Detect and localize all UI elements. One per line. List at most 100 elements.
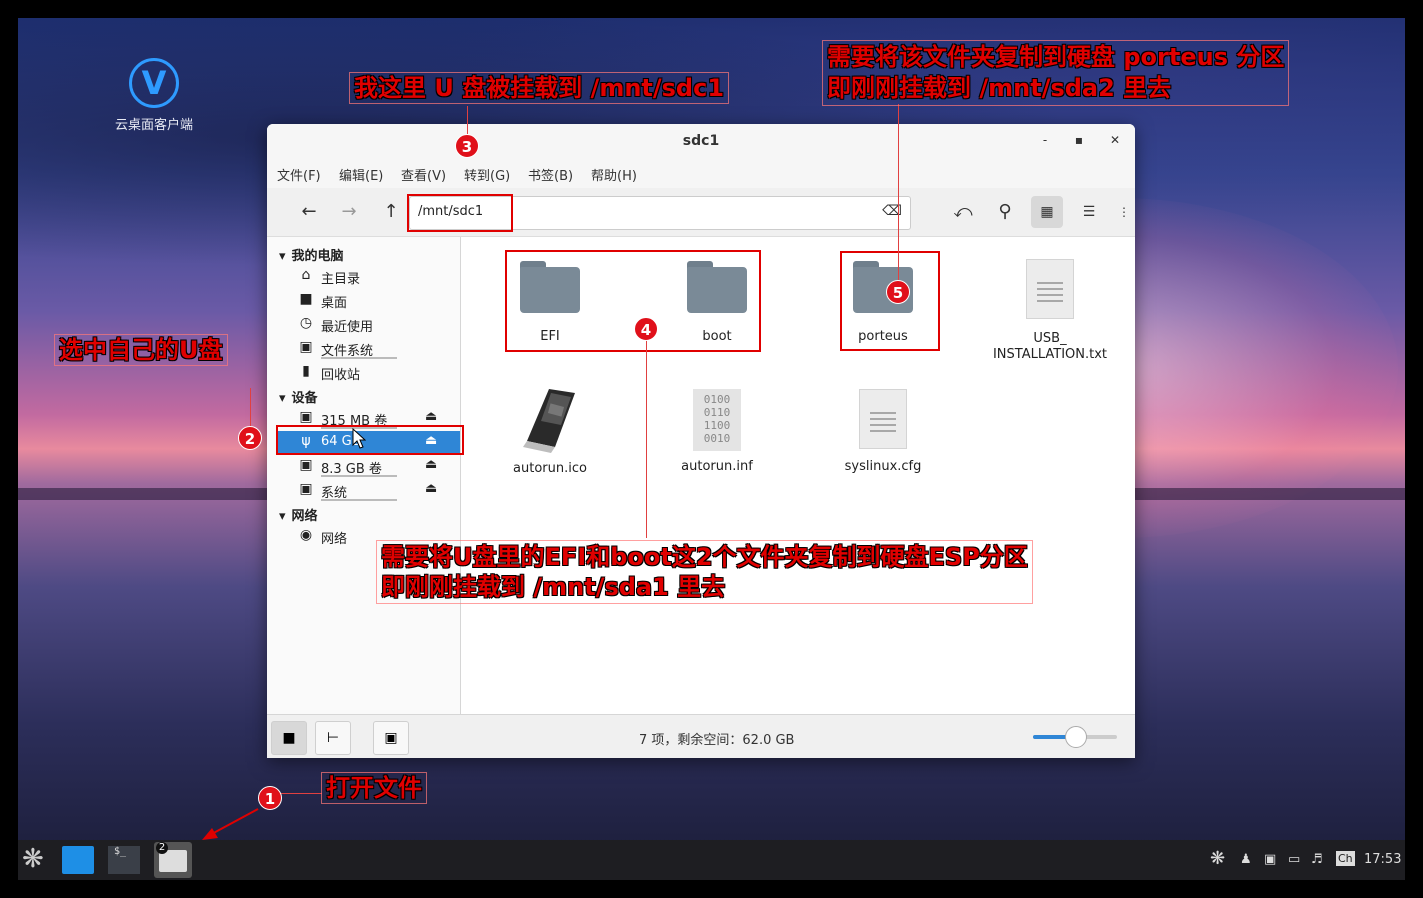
menu-help[interactable]: 帮助(H) bbox=[591, 165, 637, 184]
close-button[interactable]: ✕ bbox=[1107, 133, 1123, 147]
menu-bookmarks[interactable]: 书签(B) bbox=[528, 165, 573, 184]
start-menu-icon[interactable]: ❋ bbox=[22, 844, 54, 874]
compact-view-icon[interactable]: ⋮ bbox=[1113, 196, 1135, 228]
menu-go[interactable]: 转到(G) bbox=[464, 165, 510, 184]
mouse-cursor-icon bbox=[352, 428, 366, 449]
list-view-icon[interactable]: ☰ bbox=[1073, 196, 1105, 228]
file-name: autorun.inf bbox=[681, 459, 753, 474]
file-name: syslinux.cfg bbox=[844, 459, 922, 474]
sidebar-item-desktop[interactable]: ■ 桌面 bbox=[297, 289, 447, 311]
file-manager-task-button[interactable]: 2 bbox=[154, 842, 192, 878]
sidebar: 我的电脑 ⌂ 主目录 ■ 桌面 ◷ 最近使用 ▣ 文件系统 ▮ 回收站 bbox=[267, 237, 461, 714]
desktop: V 云桌面客户端 sdc1 - ▪ ✕ 文件(F) 编辑(E) 查看(V) 转到… bbox=[18, 18, 1405, 880]
sidebar-item-trash[interactable]: ▮ 回收站 bbox=[297, 361, 447, 383]
annotation-4: 需要将U盘里的EFI和boot这2个文件夹复制到硬盘ESP分区 即刚刚挂载到 /… bbox=[376, 540, 1033, 604]
annotation-connector bbox=[467, 106, 468, 134]
search-icon[interactable]: ⚲ bbox=[989, 196, 1021, 228]
drive-icon: ▣ bbox=[299, 339, 313, 355]
desktop-icon-label: 云桌面客户端 bbox=[114, 118, 193, 133]
annotation-connector bbox=[646, 340, 647, 538]
toggle-location-icon[interactable]: ⤺ bbox=[947, 196, 979, 228]
sidebar-section-network[interactable]: 网络 bbox=[279, 505, 318, 524]
file-name: autorun.ico bbox=[513, 461, 587, 476]
display-tray-icon[interactable]: ▭ bbox=[1288, 852, 1300, 867]
window-title: sdc1 bbox=[682, 133, 720, 149]
step-2-badge: 2 bbox=[238, 426, 262, 450]
annotation-connector bbox=[278, 793, 322, 794]
desktop-icon: ■ bbox=[299, 291, 313, 307]
annotation-5-line-1: 需要将该文件夹复制到硬盘 porteus 分区 bbox=[827, 43, 1285, 71]
annotation-3: 我这里 U 盘被挂载到 /mnt/sdc1 bbox=[349, 72, 730, 104]
annotation-4-line-2: 即刚刚挂载到 /mnt/sda1 里去 bbox=[381, 573, 726, 601]
home-icon: ⌂ bbox=[301, 267, 311, 283]
status-text: 7 项，剩余空间：62.0 GB bbox=[639, 733, 795, 748]
up-arrow-icon[interactable]: ↑ bbox=[375, 196, 407, 228]
maximize-button[interactable]: ▪ bbox=[1071, 133, 1087, 147]
trash-icon: ▮ bbox=[302, 363, 310, 379]
usage-bar bbox=[321, 475, 397, 477]
file-item-autorun-ico[interactable]: autorun.ico bbox=[495, 385, 605, 476]
status-bar: ■ ⊢ ▣ 7 项，剩余空间：62.0 GB bbox=[267, 714, 1135, 758]
volume-tray-icon[interactable]: ♬ bbox=[1311, 852, 1323, 867]
toolbar: ← → ↑ /mnt/sdc1 ⌫ ⤺ ⚲ ▦ ☰ ⋮ bbox=[267, 188, 1135, 237]
sidebar-item-home[interactable]: ⌂ 主目录 bbox=[297, 265, 447, 287]
menu-file[interactable]: 文件(F) bbox=[277, 165, 321, 184]
file-item-usb-installation[interactable]: USB_ INSTALLATION.txt bbox=[989, 259, 1111, 363]
eject-icon[interactable]: ⏏ bbox=[425, 409, 437, 424]
drive-icon: ▣ bbox=[299, 481, 313, 497]
sidebar-section-my-computer[interactable]: 我的电脑 bbox=[279, 245, 344, 264]
icon-view-icon[interactable]: ▦ bbox=[1031, 196, 1063, 228]
clock[interactable]: 17:53 bbox=[1364, 852, 1401, 867]
annotation-1: 打开文件 bbox=[321, 772, 427, 804]
drive-icon: ▣ bbox=[299, 457, 313, 473]
toggle-sidebar-icon[interactable]: ▣ bbox=[373, 721, 409, 755]
menu-edit[interactable]: 编辑(E) bbox=[339, 165, 383, 184]
cloud-client-icon: V bbox=[129, 58, 179, 108]
annotation-connector bbox=[898, 104, 899, 280]
file-manager-launcher-icon[interactable] bbox=[62, 846, 94, 874]
text-file-icon bbox=[1026, 259, 1074, 319]
menu-bar: 文件(F) 编辑(E) 查看(V) 转到(G) 书签(B) 帮助(H) bbox=[267, 158, 1135, 188]
user-tray-icon[interactable]: ♟ bbox=[1240, 852, 1252, 867]
clock-icon: ◷ bbox=[299, 315, 313, 331]
file-item-syslinux-cfg[interactable]: syslinux.cfg bbox=[828, 389, 938, 474]
annotation-4-line-1: 需要将U盘里的EFI和boot这2个文件夹复制到硬盘ESP分区 bbox=[381, 543, 1028, 571]
step-4-badge: 4 bbox=[634, 317, 658, 341]
annotation-5-line-2: 即刚刚挂载到 /mnt/sda2 里去 bbox=[827, 74, 1172, 102]
menu-view[interactable]: 查看(V) bbox=[401, 165, 446, 184]
drive-icon: ▣ bbox=[299, 409, 313, 425]
input-method-indicator[interactable]: Ch bbox=[1336, 851, 1355, 866]
back-arrow-icon[interactable]: ← bbox=[293, 196, 325, 228]
title-bar[interactable]: sdc1 - ▪ ✕ bbox=[267, 124, 1135, 158]
globe-icon: ◉ bbox=[299, 527, 313, 543]
sidebar-item-8gb[interactable]: ▣ 8.3 GB 卷 ⏏ bbox=[297, 455, 447, 477]
minimize-button[interactable]: - bbox=[1037, 133, 1053, 147]
text-file-icon bbox=[859, 389, 907, 449]
zoom-slider[interactable] bbox=[1033, 726, 1117, 748]
sidebar-item-filesystem[interactable]: ▣ 文件系统 bbox=[297, 337, 447, 359]
usage-bar bbox=[321, 357, 397, 359]
sidebar-item-label: 最近使用 bbox=[321, 320, 374, 335]
sidebar-item-recent[interactable]: ◷ 最近使用 bbox=[297, 313, 447, 335]
eject-icon[interactable]: ⏏ bbox=[425, 481, 437, 496]
lock-tray-icon[interactable]: ▣ bbox=[1264, 852, 1276, 867]
sidebar-section-devices[interactable]: 设备 bbox=[279, 387, 318, 406]
highlight-usb-drive bbox=[276, 425, 464, 455]
sidebar-item-label: 主目录 bbox=[321, 272, 361, 287]
zoom-slider-knob[interactable] bbox=[1065, 726, 1087, 748]
sidebar-item-system[interactable]: ▣ 系统 ⏏ bbox=[297, 479, 447, 501]
file-item-autorun-inf[interactable]: 0100 0110 1100 0010 autorun.inf bbox=[662, 389, 772, 474]
network-tray-icon[interactable]: ❋ bbox=[1210, 848, 1225, 869]
forward-arrow-icon[interactable]: → bbox=[333, 196, 365, 228]
terminal-launcher-icon[interactable]: $_ bbox=[108, 846, 140, 874]
show-places-icon[interactable]: ■ bbox=[271, 721, 307, 755]
sidebar-item-label: 桌面 bbox=[321, 296, 348, 311]
show-tree-icon[interactable]: ⊢ bbox=[315, 721, 351, 755]
cloud-desktop-client-shortcut[interactable]: V 云桌面客户端 bbox=[104, 58, 204, 133]
eject-icon[interactable]: ⏏ bbox=[425, 457, 437, 472]
clear-address-icon[interactable]: ⌫ bbox=[882, 203, 902, 219]
usage-bar bbox=[321, 499, 397, 501]
highlight-address-bar bbox=[407, 194, 513, 232]
file-name: USB_ INSTALLATION.txt bbox=[992, 331, 1108, 362]
highlight-efi-boot bbox=[505, 250, 761, 352]
